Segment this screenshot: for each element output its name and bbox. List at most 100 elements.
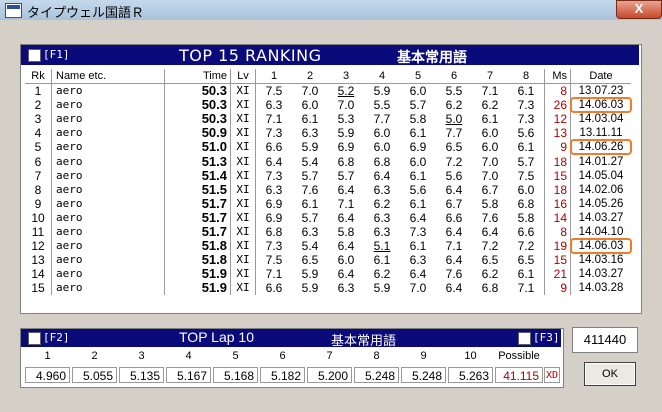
split-cell: 5.6	[517, 126, 535, 141]
column-header: 4	[364, 69, 400, 84]
split-cell: 7.7	[373, 112, 391, 127]
ranking-row: 6 aero 51.3 XI 6.4 5.4 6.8 6.8 6.0 7.2 7.0 5.7 18 14.…	[25, 153, 631, 169]
time-cell: 51.7	[201, 195, 227, 211]
split-cell: 7.0	[301, 84, 319, 99]
split-cell: 6.4	[481, 224, 499, 239]
time-cell: 51.7	[201, 223, 227, 239]
ok-button[interactable]: OK	[584, 362, 636, 386]
split-cell: 6.3	[265, 182, 283, 197]
split-cell: 6.6	[445, 210, 463, 225]
name-cell: aero	[51, 196, 165, 211]
lap-value: 5.055	[72, 367, 117, 383]
split-cell: 5.8	[409, 112, 427, 127]
date-cell: 14.06.03	[569, 238, 632, 255]
split-cell: 6.3	[409, 253, 427, 268]
lap-column-header: 8	[373, 350, 380, 362]
split-cell: 5.3	[337, 112, 355, 127]
name-cell: aero	[51, 140, 165, 155]
split-cell: 6.1	[517, 267, 535, 282]
miss-cell: 18	[544, 154, 571, 169]
split-cell: 7.5	[265, 84, 283, 99]
ranking-row: 11 aero 51.7 XI 6.8 6.3 5.8 6.3 7.3 6.4 6.4 6.6 8 14.…	[25, 223, 631, 240]
lap-column-header: 1	[44, 350, 51, 362]
split-cell: 7.5	[517, 168, 535, 183]
split-cell: 6.5	[481, 253, 499, 268]
column-header: 7	[472, 69, 508, 84]
miss-cell: 26	[544, 98, 571, 113]
split-cell: 6.8	[265, 224, 283, 239]
column-header: 3	[328, 69, 364, 84]
split-cell: 6.4	[373, 168, 391, 183]
split-cell: 6.3	[373, 224, 391, 239]
lap-value: 5.182	[260, 367, 305, 383]
split-cell: 6.3	[337, 281, 355, 296]
name-cell: aero	[51, 98, 165, 113]
ranking-row: 3 aero 50.3 XI 7.1 6.1 5.3 7.7 5.8 5.0 6.1 7.3 12 14.…	[25, 112, 631, 127]
level-cell: XI	[230, 267, 256, 282]
split-cell: 6.4	[445, 182, 463, 197]
split-cell: 6.8	[373, 154, 391, 169]
rank-cell: 6	[34, 154, 42, 169]
split-cell: 6.9	[265, 196, 283, 211]
name-cell: aero	[51, 267, 165, 282]
split-cell: 5.9	[373, 281, 391, 296]
split-cell: 7.3	[265, 168, 283, 183]
level-cell: XI	[230, 196, 256, 211]
split-cell: 6.8	[517, 196, 535, 211]
split-cell: 5.5	[445, 84, 463, 99]
split-cell: 6.1	[517, 140, 535, 155]
title-bar: タイプウェル国語Ｒ X	[0, 0, 662, 21]
rank-cell: 13	[31, 253, 45, 268]
level-cell: XI	[230, 224, 256, 240]
rank-cell: 8	[34, 182, 42, 197]
level-cell: XI	[230, 154, 256, 169]
time-cell: 50.3	[201, 97, 227, 113]
split-cell: 6.7	[481, 182, 499, 197]
split-cell: 7.6	[301, 182, 319, 197]
split-cell: 7.3	[409, 224, 427, 239]
close-button[interactable]: X	[616, 0, 662, 19]
level-cell: XI	[230, 168, 256, 183]
split-cell: 6.8	[481, 281, 499, 296]
lap-title: TOP Lap 10	[179, 329, 254, 345]
date-cell: 14.06.26	[569, 139, 632, 156]
split-cell: 6.1	[301, 112, 319, 127]
ranking-row: 13 aero 51.8 XI 7.5 6.5 6.0 6.1 6.3 6.4 6.5 6.5 15 14…	[25, 253, 631, 268]
split-cell: 6.6	[265, 281, 283, 296]
ranking-row: 15 aero 51.9 XI 6.6 5.9 6.3 5.9 7.0 6.4 6.8 7.1 9 14.…	[25, 280, 631, 296]
split-cell: 6.1	[409, 239, 427, 254]
time-cell: 51.3	[201, 153, 227, 169]
lap-column-header: 5	[232, 350, 239, 362]
split-cell: 5.6	[445, 168, 463, 183]
split-cell: 7.6	[481, 210, 499, 225]
split-cell: 6.3	[373, 210, 391, 225]
split-cell: 7.3	[517, 112, 535, 127]
name-cell: aero	[51, 182, 165, 197]
split-cell: 7.3	[265, 239, 283, 254]
ranking-row: 8 aero 51.5 XI 6.3 7.6 6.4 6.3 5.6 6.4 6.7 6.0 18 14.…	[25, 182, 631, 197]
name-cell: aero	[51, 224, 165, 240]
split-cell: 7.0	[337, 98, 355, 113]
split-cell: 6.0	[481, 140, 499, 155]
split-cell: 5.8	[481, 196, 499, 211]
time-cell: 51.9	[201, 280, 227, 296]
score-display: 411440	[572, 327, 638, 353]
date-cell: 14.03.27	[570, 267, 631, 282]
f3-label: [F3]	[533, 331, 560, 344]
split-cell: 6.3	[301, 224, 319, 239]
split-cell: 6.6	[265, 140, 283, 155]
split-cell: 7.1	[481, 84, 499, 99]
f1-checkbox[interactable]	[28, 49, 41, 62]
split-cell: 6.8	[337, 154, 355, 169]
split-cell: 5.7	[301, 210, 319, 225]
split-cell: 7.0	[409, 281, 427, 296]
split-cell: 7.1	[265, 267, 283, 282]
f2-checkbox[interactable]	[28, 332, 41, 345]
ranking-row: 5 aero 51.0 XI 6.6 5.9 6.9 6.0 6.9 6.5 6.0 6.1 9 14.0…	[25, 139, 632, 156]
date-cell: 14.03.27	[570, 210, 631, 225]
split-cell: 6.0	[409, 154, 427, 169]
lap-header: [F2] TOP Lap 10 基本常用語 [F3]	[21, 329, 561, 348]
ranking-row: 7 aero 51.4 XI 7.3 5.7 5.7 6.4 6.1 5.6 7.0 7.5 15 14.…	[25, 168, 631, 183]
f3-checkbox[interactable]	[518, 332, 531, 345]
column-header: 5	[400, 69, 436, 84]
